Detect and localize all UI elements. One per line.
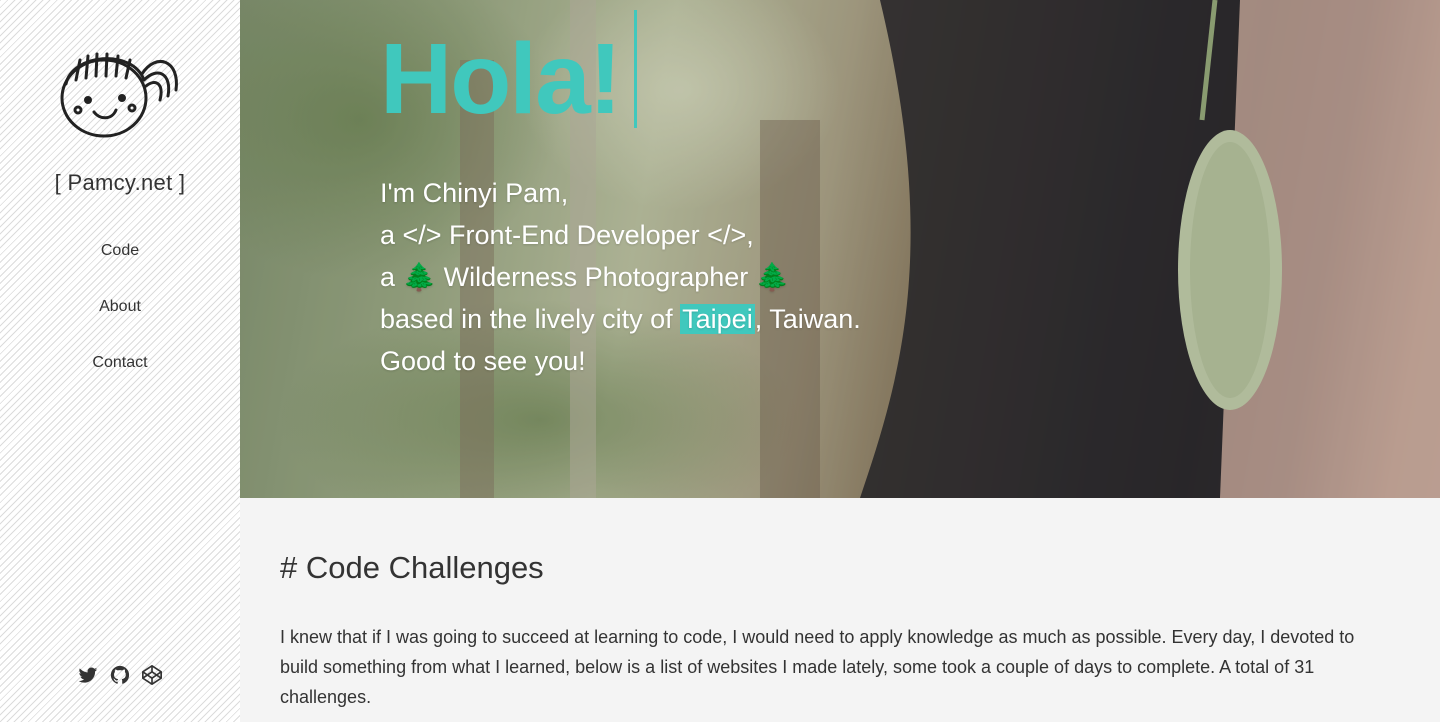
social-links [0,664,240,686]
location-suffix: , Taiwan. [754,304,861,334]
city-highlight: Taipei [680,304,755,334]
avatar-logo[interactable] [52,40,184,140]
hero-intro: I'm Chinyi Pam, a </> Front-End Develope… [380,172,1180,382]
nav-item-code[interactable]: Code [0,238,240,294]
code-challenges-section: # Code Challenges I knew that if I was g… [240,498,1440,722]
site-brand-link[interactable]: [ Pamcy.net ] [0,170,240,196]
sidebar-nav: Code About Contact [0,238,240,406]
section-title: # Code Challenges [280,550,544,585]
intro-line-greeting: Good to see you! [380,346,586,376]
location-prefix: based in the lively city of [380,304,681,334]
github-icon[interactable] [109,664,131,686]
intro-line-developer: a </> Front-End Developer </>, [380,220,754,250]
hero-greeting: Hola! [380,23,622,135]
intro-line-location: based in the lively city of Taipei, Taiw… [380,298,1180,340]
nav-item-contact[interactable]: Contact [0,350,240,406]
nav-item-about[interactable]: About [0,294,240,350]
typing-caret [634,10,637,128]
twitter-icon[interactable] [77,664,99,686]
codepen-icon[interactable] [141,664,163,686]
section-paragraph: I knew that if I was going to succeed at… [280,627,1355,707]
hero-section: Hola! I'm Chinyi Pam, a </> Front-End De… [240,0,1440,498]
intro-line-photographer: a 🌲 Wilderness Photographer 🌲 [380,262,790,292]
sidebar: [ Pamcy.net ] Code About Contact [0,0,240,722]
intro-line-name: I'm Chinyi Pam, [380,178,569,208]
